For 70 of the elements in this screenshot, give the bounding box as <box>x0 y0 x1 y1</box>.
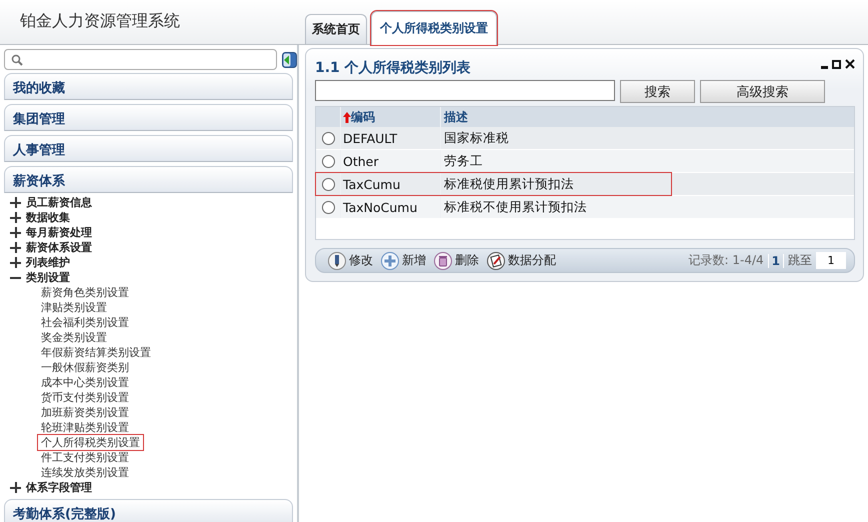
table-cell: 国家标准税 <box>444 130 509 146</box>
toolbar-button[interactable]: 修改 <box>326 252 375 270</box>
table-cell: DEFAULT <box>343 130 398 146</box>
page-input[interactable]: 1 <box>816 252 846 269</box>
tree-item[interactable]: 薪资角色类别设置 <box>38 285 132 300</box>
search-input[interactable] <box>315 80 615 101</box>
table-cell: TaxCumu <box>343 176 400 192</box>
column-header[interactable]: 描述 <box>444 108 468 126</box>
plus-icon[interactable] <box>10 482 21 493</box>
sidebar-section[interactable]: 集团管理 <box>4 104 293 131</box>
tree-item[interactable]: 连续发放类别设置 <box>38 465 132 480</box>
plus-icon[interactable] <box>10 257 21 268</box>
trash-icon <box>434 252 452 270</box>
plus-icon[interactable] <box>10 227 21 238</box>
page-link[interactable]: 1 <box>768 254 784 268</box>
tree-item[interactable]: 年假薪资结算类别设置 <box>38 345 154 360</box>
radio-button[interactable] <box>322 132 334 144</box>
tree-item[interactable]: 每月薪资处理 <box>26 225 92 240</box>
column-header[interactable]: 编码 <box>351 108 375 126</box>
tree-item[interactable]: 货币支付类别设置 <box>38 390 132 405</box>
table-cell: TaxNoCumu <box>343 200 418 214</box>
toolbar-button[interactable]: 数据分配 <box>485 252 558 270</box>
sidebar-section[interactable]: 考勤体系(完整版) <box>4 499 293 522</box>
maximize-icon[interactable] <box>832 60 841 69</box>
notepad-icon <box>487 252 505 270</box>
close-icon[interactable] <box>845 59 855 69</box>
radio-button[interactable] <box>322 178 334 190</box>
record-count: 记录数: 1-4/4 <box>688 252 764 269</box>
tree-item[interactable]: 员工薪资信息 <box>26 195 92 210</box>
tree-item[interactable]: 类别设置 <box>26 270 70 285</box>
tree-item[interactable]: 成本中心类别设置 <box>38 375 132 390</box>
table-cell: Other <box>343 154 378 168</box>
sidebar-section[interactable]: 我的收藏 <box>4 73 293 100</box>
advanced-search-button[interactable]: 高级搜索 <box>700 80 825 103</box>
collapse-sidebar-icon[interactable] <box>282 52 297 68</box>
tree-item[interactable]: 个人所得税类别设置 <box>38 435 143 450</box>
pencil-icon <box>328 252 346 270</box>
tab[interactable]: 系统首页 <box>305 14 367 44</box>
table-cell: 劳务工 <box>444 152 483 170</box>
jump-label: 跳至 <box>788 252 812 269</box>
search-field[interactable] <box>4 49 278 70</box>
app-title: 铂金人力资源管理系统 <box>20 11 180 32</box>
tree-item[interactable]: 奖金类别设置 <box>38 330 110 345</box>
tree-item[interactable]: 件工支付类别设置 <box>38 450 132 465</box>
plus-icon <box>381 252 399 270</box>
sidebar-section[interactable]: 薪资体系 <box>4 166 293 193</box>
toolbar-button[interactable]: 删除 <box>432 252 481 270</box>
search-icon <box>11 54 23 66</box>
tree-item[interactable]: 体系字段管理 <box>26 480 92 495</box>
tree-item[interactable]: 轮班津贴类别设置 <box>38 420 132 435</box>
tree-item[interactable]: 薪资体系设置 <box>26 240 92 255</box>
sidebar-section[interactable]: 人事管理 <box>4 135 293 162</box>
toolbar-button[interactable]: 新增 <box>379 252 428 270</box>
plus-icon[interactable] <box>10 242 21 253</box>
tab[interactable]: 个人所得税类别设置 <box>371 11 497 45</box>
table-cell: 标准税不使用累计预扣法 <box>444 198 587 216</box>
tree-item[interactable]: 列表维护 <box>26 255 70 270</box>
panel-title: 1.1 个人所得税类别列表 <box>315 59 471 77</box>
tree-item[interactable]: 社会福利类别设置 <box>38 315 132 330</box>
radio-button[interactable] <box>322 200 334 214</box>
sort-arrow-icon[interactable] <box>343 112 351 122</box>
tree-item[interactable]: 加班薪资类别设置 <box>38 405 132 420</box>
search-button[interactable]: 搜索 <box>620 80 695 103</box>
tree-item[interactable]: 津贴类别设置 <box>38 300 110 315</box>
plus-icon[interactable] <box>10 212 21 223</box>
plus-icon[interactable] <box>10 197 21 208</box>
table-cell: 标准税使用累计预扣法 <box>444 176 574 192</box>
radio-button[interactable] <box>322 154 334 168</box>
tree-item[interactable]: 数据收集 <box>26 210 70 225</box>
tree-item[interactable]: 一般休假薪资类别 <box>38 360 132 375</box>
